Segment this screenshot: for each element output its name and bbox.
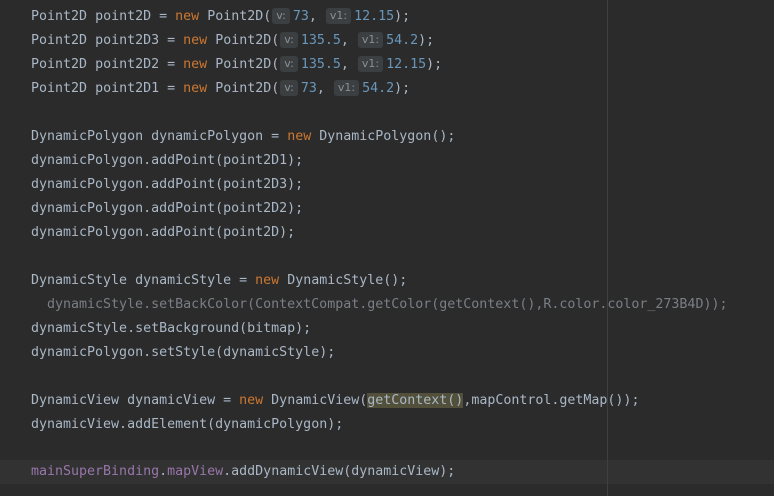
token-number: 54.2 xyxy=(386,33,419,48)
code-line-2[interactable]: Point2D point2D3 = new Point2D(v: 135.5, … xyxy=(31,31,434,51)
token-number: 54.2 xyxy=(362,81,395,96)
token-var: point2D xyxy=(95,9,152,24)
token-ctor: Point2D( xyxy=(207,9,272,24)
code-line-setbackground[interactable]: dynamicStyle.setBackground(bitmap); xyxy=(31,319,311,339)
token-keyword: new xyxy=(183,33,208,48)
token-text: DynamicView dynamicView = xyxy=(31,393,240,408)
param-hint: v1: xyxy=(357,32,384,48)
code-line-3[interactable]: Point2D point2D2 = new Point2D(v: 135.5, … xyxy=(31,55,442,75)
code-line-binding[interactable]: mainSuperBinding.mapView.addDynamicView(… xyxy=(31,462,455,482)
token-text: .addDynamicView(dynamicView); xyxy=(223,464,456,479)
code-line-addpoint-3[interactable]: dynamicPolygon.addPoint(point2D2); xyxy=(31,199,303,219)
param-hint: v: xyxy=(280,56,298,72)
token-number: 135.5 xyxy=(300,57,341,72)
token-keyword: new xyxy=(239,393,264,408)
token-text: DynamicStyle dynamicStyle = xyxy=(31,273,256,288)
code-line-addelement[interactable]: dynamicView.addElement(dynamicPolygon); xyxy=(31,415,343,435)
token-number: 12.15 xyxy=(354,9,395,24)
token-var: point2D2 xyxy=(95,57,160,72)
token-highlighted-call: getContext() xyxy=(367,393,464,408)
token-var: point2D1 xyxy=(95,81,160,96)
param-hint: v: xyxy=(280,80,298,96)
token-ctor: Point2D( xyxy=(215,81,280,96)
code-line-addpoint-2[interactable]: dynamicPolygon.addPoint(point2D3); xyxy=(31,175,303,195)
token-ctor: Point2D( xyxy=(215,33,280,48)
token-number: 12.15 xyxy=(386,57,427,72)
token-keyword: new xyxy=(183,57,208,72)
token-type: Point2D xyxy=(31,9,88,24)
code-line-addpoint-4[interactable]: dynamicPolygon.addPoint(point2D); xyxy=(31,223,295,243)
token-text: DynamicPolygon dynamicPolygon = xyxy=(31,129,288,144)
token-field: mapView xyxy=(167,464,224,479)
token-keyword: new xyxy=(255,273,280,288)
code-line-setstyle[interactable]: dynamicPolygon.setStyle(dynamicStyle); xyxy=(31,343,335,363)
token-end: ); xyxy=(426,57,443,72)
param-hint: v: xyxy=(280,32,298,48)
token-text: ,mapControl.getMap()); xyxy=(463,393,640,408)
token-text: DynamicPolygon xyxy=(311,129,432,144)
token-number: 73 xyxy=(292,9,309,24)
code-line-1[interactable]: Point2D point2D = new Point2D(v: 73, v1: 1… xyxy=(31,7,410,27)
token-keyword: new xyxy=(183,81,208,96)
token-keyword: new xyxy=(175,9,200,24)
token-type: Point2D xyxy=(31,33,88,48)
code-line-view-decl[interactable]: DynamicView dynamicView = new DynamicVie… xyxy=(31,391,639,411)
code-editor[interactable]: Point2D point2D = new Point2D(v: 73, v1: 1… xyxy=(0,0,774,496)
param-hint: v1: xyxy=(325,8,352,24)
token-keyword: new xyxy=(287,129,312,144)
token-type: Point2D xyxy=(31,57,88,72)
token-end: ); xyxy=(394,81,411,96)
token-var: point2D3 xyxy=(95,33,160,48)
code-line-setbackcolor[interactable]: dynamicStyle.setBackColor(ContextCompat.… xyxy=(47,295,727,315)
token-number: 73 xyxy=(300,81,317,96)
token-number: 135.5 xyxy=(300,33,341,48)
code-line-addpoint-1[interactable]: dynamicPolygon.addPoint(point2D1); xyxy=(31,151,303,171)
token-field: mainSuperBinding xyxy=(31,464,160,479)
param-hint: v1: xyxy=(357,56,384,72)
token-text: (); xyxy=(431,129,456,144)
token-text: (); xyxy=(383,273,408,288)
token-text: . xyxy=(159,464,168,479)
token-text: DynamicStyle xyxy=(279,273,384,288)
code-line-style-decl[interactable]: DynamicStyle dynamicStyle = new DynamicS… xyxy=(31,271,407,291)
token-text: DynamicView( xyxy=(263,393,368,408)
code-line-polygon-decl[interactable]: DynamicPolygon dynamicPolygon = new Dyna… xyxy=(31,127,455,147)
code-line-4[interactable]: Point2D point2D1 = new Point2D(v: 73, v1:… xyxy=(31,79,410,99)
right-margin-guide xyxy=(607,0,608,496)
param-hint: v: xyxy=(272,8,290,24)
token-end: ); xyxy=(394,9,411,24)
param-hint: v1: xyxy=(333,80,360,96)
token-ctor: Point2D( xyxy=(215,57,280,72)
token-type: Point2D xyxy=(31,81,88,96)
token-end: ); xyxy=(418,33,435,48)
